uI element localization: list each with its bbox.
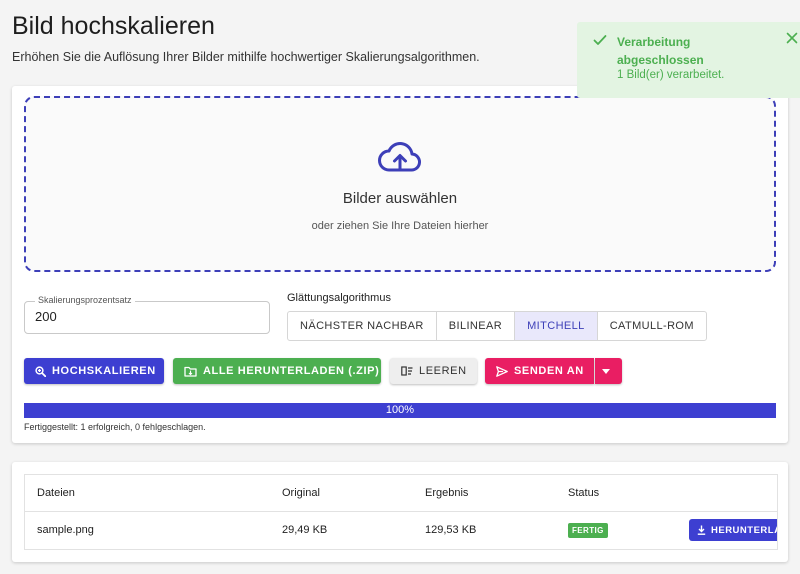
status-badge: FERTIG (568, 522, 608, 538)
clear-button-label: LEEREN (419, 365, 467, 377)
send-icon (496, 365, 508, 377)
toast-title: Verarbeitung abgeschlossen (617, 35, 704, 67)
zoom-in-icon (35, 365, 46, 377)
row-download-button[interactable]: HERUNTERLADEN (689, 519, 777, 541)
cloud-upload-icon (378, 142, 421, 172)
column-header-original: Original (282, 487, 320, 499)
algo-option-mitchell[interactable]: MITCHELL (515, 312, 598, 340)
row-download-button-label: HERUNTERLADEN (711, 524, 777, 536)
progress-bar: 100% (24, 403, 776, 418)
result-size-cell: 129,53 KB (425, 524, 477, 536)
column-header-result: Ergebnis (425, 487, 469, 499)
column-header-status: Status (568, 487, 600, 499)
upscale-button-label: HOCHSKALIEREN (52, 365, 156, 377)
folder-download-icon (184, 366, 197, 377)
success-toast: Verarbeitung abgeschlossen 1 Bild(er) ve… (577, 22, 800, 98)
algo-option-catmull-rom[interactable]: CATMULL-ROM (598, 312, 706, 340)
download-icon (697, 525, 706, 535)
upload-card: Bilder auswählen oder ziehen Sie Ihre Da… (12, 86, 788, 443)
results-card: Dateien Original Ergebnis Status sample.… (12, 462, 788, 562)
toast-message: 1 Bild(er) verarbeitet. (617, 69, 725, 81)
download-all-zip-button[interactable]: ALLE HERUNTERLADEN (.ZIP) (173, 358, 381, 384)
check-icon (593, 35, 607, 45)
smoothing-algorithm-toggle: NÄCHSTER NACHBAR BILINEAR MITCHELL CATMU… (287, 311, 707, 341)
page-subtitle: Erhöhen Sie die Auflösung Ihrer Bilder m… (12, 50, 480, 64)
caret-down-icon (601, 368, 610, 374)
progress-percent-label: 100% (385, 404, 415, 416)
close-icon[interactable] (786, 32, 798, 44)
smoothing-algorithm-label: Glättungsalgorithmus (287, 292, 391, 304)
scaling-percentage-label: Skalierungsprozentsatz (35, 295, 135, 305)
scaling-percentage-field[interactable]: Skalierungsprozentsatz (24, 295, 270, 334)
dropzone-title: Bilder auswählen (342, 190, 458, 207)
send-to-button-label: SENDEN AN (514, 365, 584, 377)
scaling-percentage-input[interactable] (35, 309, 255, 324)
download-all-button-label: ALLE HERUNTERLADEN (.ZIP) (203, 365, 380, 377)
file-name-cell: sample.png (37, 524, 94, 536)
clear-button[interactable]: LEEREN (390, 358, 477, 384)
send-to-button[interactable]: SENDEN AN (485, 358, 594, 384)
file-dropzone[interactable]: Bilder auswählen oder ziehen Sie Ihre Da… (24, 96, 776, 272)
send-to-dropdown-toggle[interactable] (595, 358, 622, 384)
dropzone-hint: oder ziehen Sie Ihre Dateien hierher (311, 220, 489, 232)
table-row: sample.png 29,49 KB 129,53 KB FERTIG HER… (25, 512, 777, 548)
original-size-cell: 29,49 KB (282, 524, 328, 536)
upscale-button[interactable]: HOCHSKALIEREN (24, 358, 164, 384)
page-title: Bild hochskalieren (12, 12, 215, 40)
algo-option-bilinear[interactable]: BILINEAR (437, 312, 516, 340)
status-cell: FERTIG (568, 512, 608, 548)
progress-status-text: Fertiggestellt: 1 erfolgreich, 0 fehlges… (24, 422, 206, 432)
clear-list-icon (401, 366, 413, 376)
algo-option-nearest-neighbor[interactable]: NÄCHSTER NACHBAR (288, 312, 437, 340)
table-header-row: Dateien Original Ergebnis Status (25, 475, 777, 512)
results-table: Dateien Original Ergebnis Status sample.… (24, 474, 778, 550)
column-header-files: Dateien (37, 487, 75, 499)
